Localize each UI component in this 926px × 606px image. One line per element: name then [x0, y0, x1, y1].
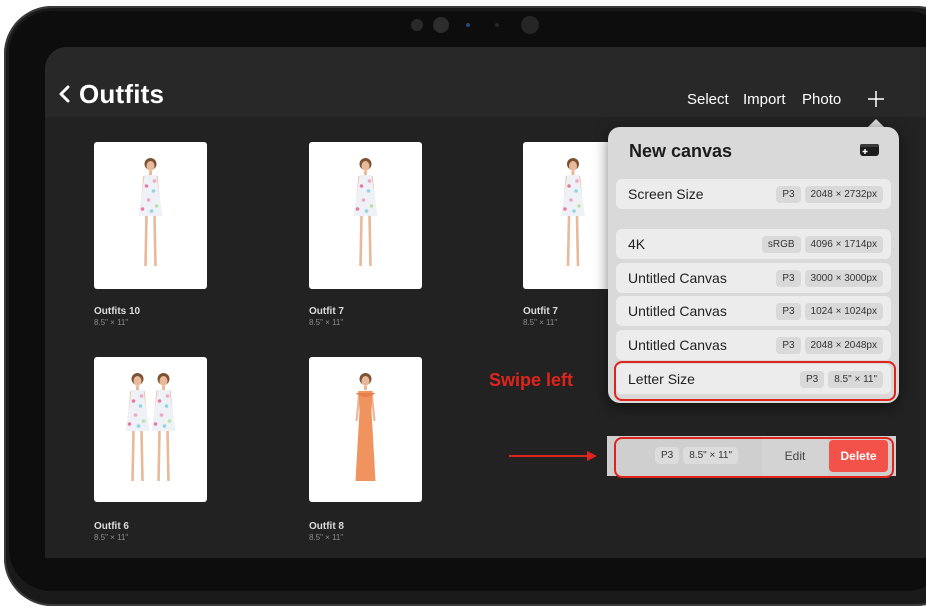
camera-icon [521, 16, 539, 34]
plus-icon[interactable] [867, 90, 885, 108]
color-profile-badge: sRGB [761, 236, 801, 253]
outfit-illustration [138, 158, 163, 267]
dimension-badge: 3000 × 3000px [804, 270, 883, 287]
preset-label: Untitled Canvas [628, 270, 727, 286]
import-button[interactable]: Import [743, 91, 786, 108]
color-profile-badge: P3 [776, 337, 801, 354]
dimension-badge: 2048 × 2048px [804, 337, 883, 354]
artwork-title: Outfit 7 [523, 306, 558, 317]
dimension-badge: 4096 × 1714px [804, 236, 883, 253]
artwork-thumbnail[interactable] [94, 142, 207, 289]
artwork-size: 8.5" × 11" [94, 318, 129, 327]
artwork-size: 8.5" × 11" [309, 318, 344, 327]
back-button[interactable]: Outfits [59, 80, 164, 108]
artwork-thumbnail[interactable] [309, 357, 422, 502]
canvas-preset-row[interactable]: Untitled Canvas P3 2048 × 2048px [616, 330, 891, 360]
preset-label: Untitled Canvas [628, 337, 727, 353]
artwork-size: 8.5" × 11" [309, 533, 344, 542]
artwork-thumbnail[interactable] [309, 142, 422, 289]
artwork-size: 8.5" × 11" [94, 533, 129, 542]
canvas-preset-row[interactable]: Untitled Canvas P3 3000 × 3000px [616, 263, 891, 293]
preset-label: Screen Size [628, 186, 704, 202]
outfit-illustration [353, 158, 378, 267]
navigation-bar: Outfits Select Import Photo [45, 47, 926, 117]
color-profile-badge: P3 [776, 270, 801, 287]
preset-label: Untitled Canvas [628, 303, 727, 319]
canvas-preset-row[interactable]: 4K sRGB 4096 × 1714px [616, 229, 891, 259]
canvas-preset-row[interactable]: Untitled Canvas P3 1024 × 1024px [616, 296, 891, 326]
dimension-badge: 1024 × 1024px [804, 303, 883, 320]
preset-label: 4K [628, 236, 646, 252]
page-title: Outfits [79, 79, 165, 109]
color-profile-badge: P3 [776, 303, 801, 320]
sensor-icon [495, 23, 499, 27]
screen-size-preset[interactable]: Screen Size P3 2048 × 2732px [616, 179, 891, 209]
photo-button[interactable]: Photo [802, 91, 841, 108]
chevron-left-icon [59, 85, 70, 103]
sensor-icon [433, 17, 449, 33]
artwork-title: Outfit 6 [94, 521, 129, 532]
swipe-row-highlight [614, 437, 894, 478]
swipe-left-annotation: Swipe left [489, 370, 574, 390]
color-profile-badge: P3 [776, 186, 801, 203]
artwork-thumbnail[interactable] [94, 357, 207, 502]
new-canvas-icon[interactable] [859, 143, 880, 157]
sensor-icon [466, 23, 470, 27]
select-button[interactable]: Select [687, 91, 729, 108]
dimension-badge: 2048 × 2732px [804, 186, 883, 203]
letter-size-highlight [614, 361, 896, 401]
outfit-illustration [355, 373, 376, 481]
artwork-title: Outfit 8 [309, 521, 344, 532]
artwork-size: 8.5" × 11" [523, 318, 558, 327]
artwork-title: Outfits 10 [94, 306, 141, 317]
artwork-title: Outfit 7 [309, 306, 344, 317]
sensor-icon [411, 19, 423, 31]
arrow-right-icon [509, 451, 597, 461]
outfit-illustration [125, 373, 176, 482]
popover-title: New canvas [629, 141, 733, 161]
camera-housing [411, 15, 541, 35]
